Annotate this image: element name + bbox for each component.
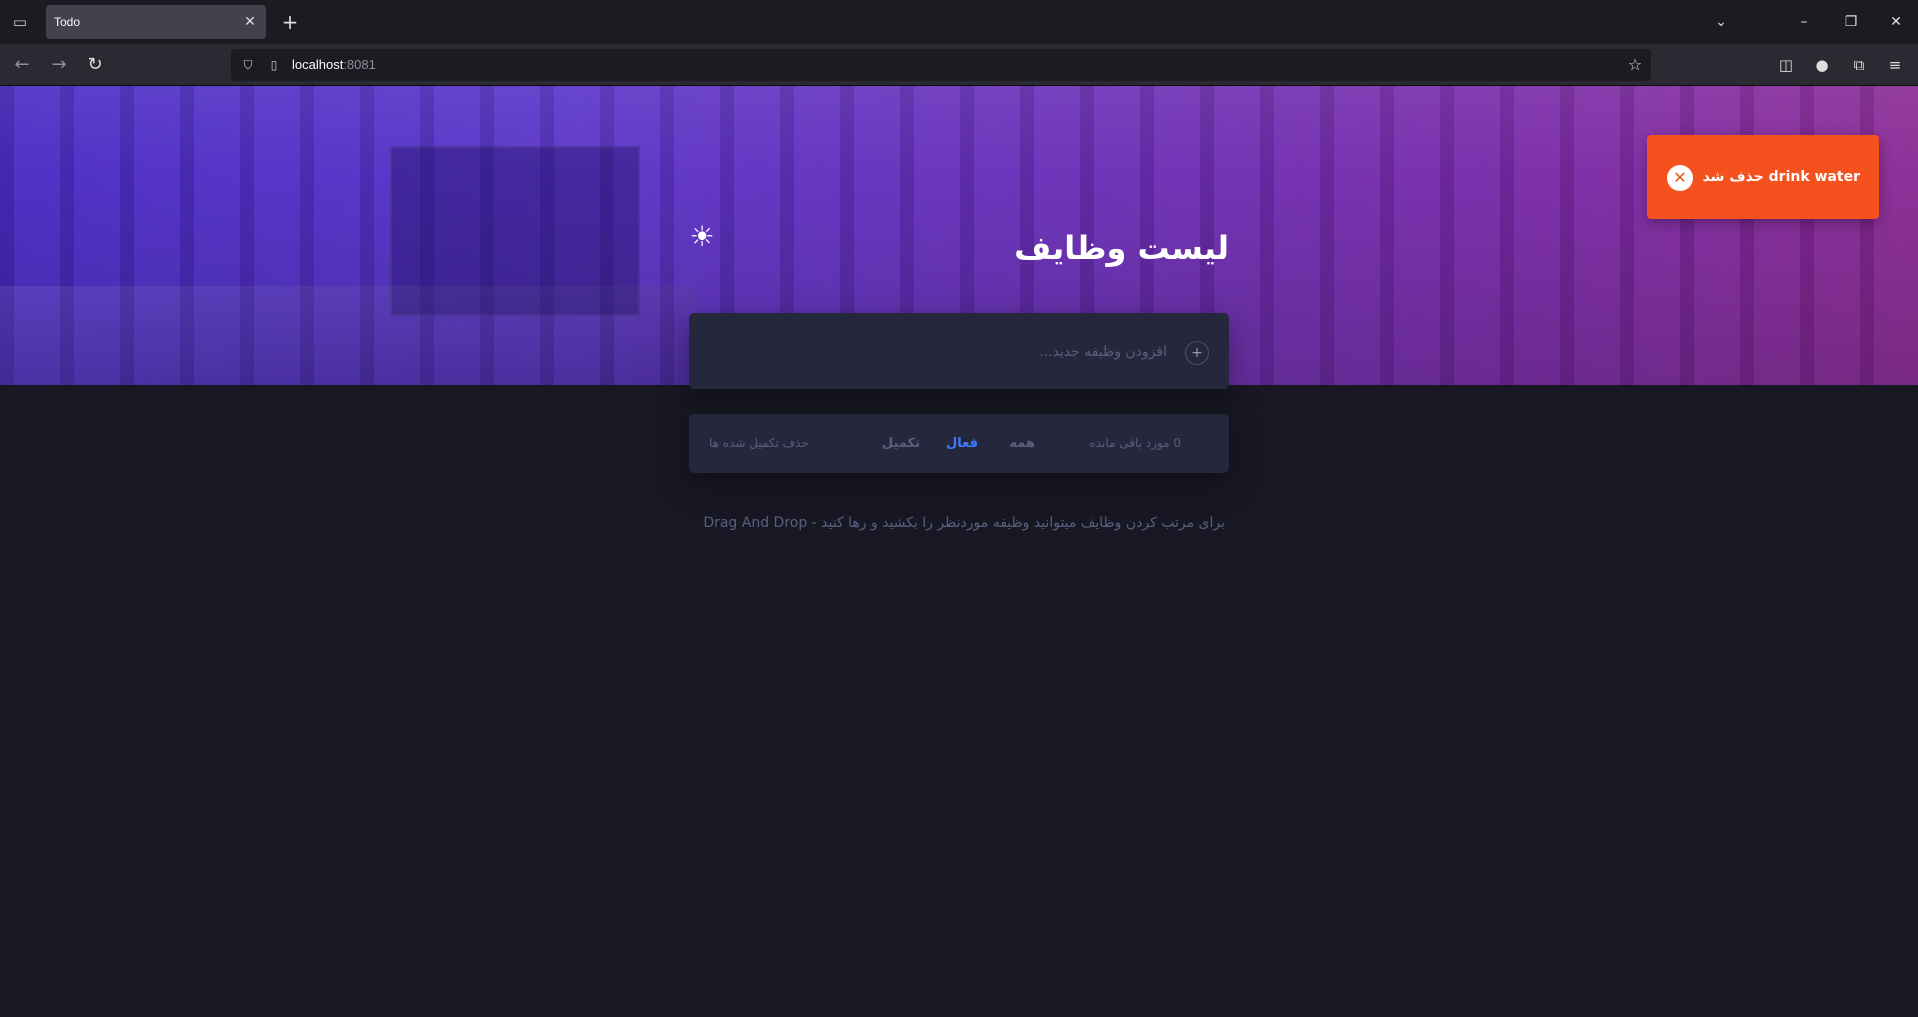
clear-completed-button[interactable]: حذف تکمیل شده ها bbox=[709, 414, 809, 473]
menu-icon[interactable]: ≡ bbox=[1883, 53, 1907, 77]
new-todo-input[interactable] bbox=[727, 335, 1167, 369]
shield-icon[interactable]: ⛉ bbox=[240, 57, 256, 73]
filter-completed[interactable]: تکمیل bbox=[882, 414, 920, 473]
tab-title: Todo bbox=[54, 15, 81, 29]
close-window-icon[interactable]: ✕ bbox=[1884, 10, 1908, 34]
url-host: localhost bbox=[292, 57, 344, 72]
toast-message: drink water حذف شد bbox=[1702, 169, 1860, 185]
toast-notification: ✕ drink water حذف شد bbox=[1647, 135, 1879, 219]
bookmark-star-icon[interactable]: ☆ bbox=[1625, 55, 1645, 75]
filter-all[interactable]: همه bbox=[1009, 414, 1035, 473]
new-todo-card: + bbox=[689, 313, 1229, 389]
browser-nav-bar: ← → ↻ ⛉ ▯ localhost:8081 ☆ ◫ ● ⧉ ≡ bbox=[0, 44, 1918, 86]
pocket-icon[interactable]: ◫ bbox=[1774, 53, 1798, 77]
reload-icon[interactable]: ↻ bbox=[83, 53, 107, 77]
close-icon[interactable]: ✕ bbox=[1667, 165, 1693, 191]
items-left-count: 0 مورد باقی مانده bbox=[1089, 436, 1181, 450]
page-title: لیست وظایف bbox=[1014, 229, 1229, 267]
account-avatar-icon[interactable]: ● bbox=[1810, 53, 1834, 77]
list-all-tabs-icon[interactable]: ⌄ bbox=[1709, 10, 1733, 34]
url-port: :8081 bbox=[343, 57, 376, 72]
todo-footer: 0 مورد باقی مانده همه فعال تکمیل حذف تکم… bbox=[689, 414, 1229, 473]
restore-icon[interactable]: ❐ bbox=[1839, 10, 1863, 34]
hero-image-floor bbox=[0, 286, 700, 385]
browser-tab-bar: ▭ Todo ✕ + ⌄ – ❐ ✕ bbox=[0, 0, 1918, 44]
minimize-icon[interactable]: – bbox=[1792, 10, 1816, 34]
url-bar[interactable]: ⛉ ▯ localhost:8081 ☆ bbox=[231, 49, 1651, 81]
forward-icon[interactable]: → bbox=[47, 53, 71, 77]
page-icon[interactable]: ▯ bbox=[266, 57, 282, 73]
back-icon[interactable]: ← bbox=[10, 53, 34, 77]
filter-active[interactable]: فعال bbox=[946, 414, 978, 473]
new-tab-icon[interactable]: + bbox=[278, 10, 302, 34]
add-todo-icon[interactable]: + bbox=[1185, 341, 1209, 365]
browser-tab[interactable]: Todo ✕ bbox=[46, 5, 266, 39]
sun-icon[interactable]: ☀ bbox=[687, 222, 717, 252]
drag-drop-hint: برای مرتب کردن وظایف میتوانید وظیفه مورد… bbox=[703, 515, 1225, 531]
extensions-icon[interactable]: ⧉ bbox=[1847, 53, 1871, 77]
url-text[interactable]: localhost:8081 bbox=[292, 49, 376, 81]
tab-list-icon[interactable]: ▭ bbox=[8, 10, 32, 34]
tab-close-icon[interactable]: ✕ bbox=[242, 14, 258, 30]
